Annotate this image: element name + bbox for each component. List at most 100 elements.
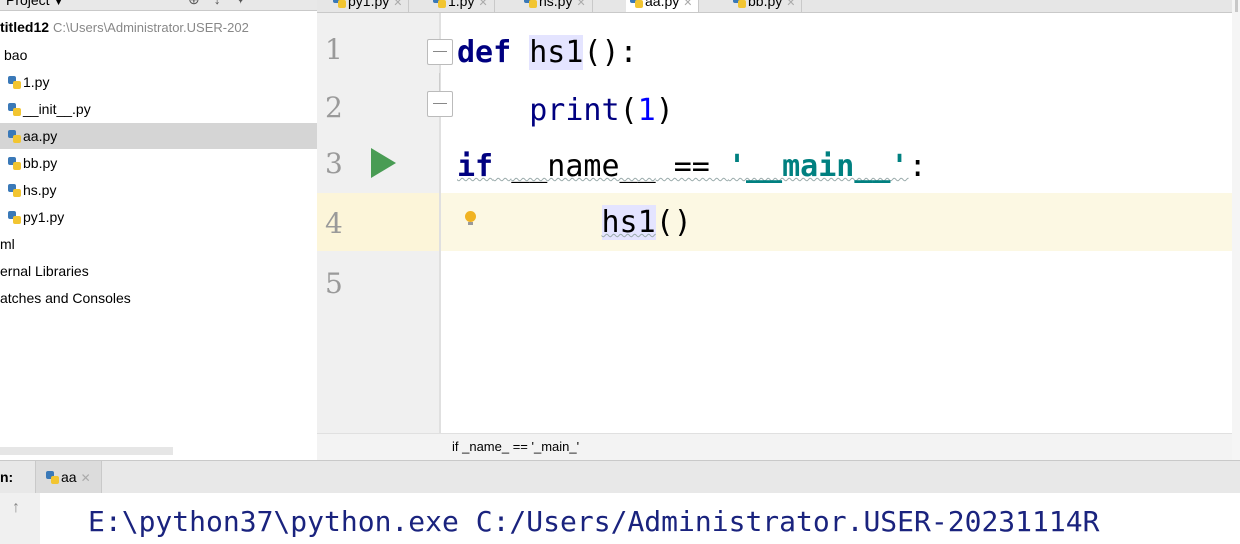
close-icon[interactable]: ✕ xyxy=(81,471,91,485)
breadcrumb-bar: if _name_ == '_main_' xyxy=(317,433,1240,461)
tree-label: __init__.py xyxy=(23,101,91,117)
root-name: titled12 xyxy=(0,19,50,35)
code-line-2: print(1) xyxy=(457,91,674,131)
tree-file[interactable]: ml xyxy=(0,231,317,257)
tree-label: atches and Consoles xyxy=(0,290,131,306)
keyword: def xyxy=(457,35,512,70)
code-line-1: def hs1(): xyxy=(457,33,638,73)
fold-icon[interactable] xyxy=(427,91,453,117)
tab-label: bb.py xyxy=(748,0,783,9)
code-line-3: if __name__ == '__main__': xyxy=(457,147,927,187)
tree-label: 1.py xyxy=(23,74,50,90)
tab-aa[interactable]: aa.py ✕ xyxy=(626,0,700,12)
keyword: if xyxy=(457,149,494,184)
tree-file[interactable]: 1.py xyxy=(8,69,317,95)
python-file-icon xyxy=(8,157,21,170)
console-output[interactable]: E:\python37\python.exe C:/Users/Administ… xyxy=(40,493,1240,544)
project-view-dropdown[interactable]: Project ▼ xyxy=(6,0,63,8)
tree-file[interactable]: bb.py xyxy=(8,150,317,176)
tab-hs[interactable]: hs.py ✕ xyxy=(520,0,593,12)
project-panel: Project▼ ⊕↕✦ titled12C:\Users\Administra… xyxy=(0,0,318,460)
code-punct: (): xyxy=(583,35,638,70)
run-tab-aa[interactable]: aa ✕ xyxy=(35,461,102,493)
python-file-icon xyxy=(333,0,346,8)
tab-1[interactable]: 1.py ✕ xyxy=(429,0,495,12)
tree-file[interactable]: hs.py xyxy=(8,177,317,203)
tree-label: bao xyxy=(4,47,28,63)
tab-py1[interactable]: py1.py ✕ xyxy=(329,0,410,12)
console-line: E:\python37\python.exe C:/Users/Administ… xyxy=(88,505,1100,538)
tab-bb[interactable]: bb.py ✕ xyxy=(729,0,803,12)
tree-file[interactable]: py1.py xyxy=(8,204,317,230)
tree-folder[interactable]: bao xyxy=(4,42,317,68)
collapse-icon[interactable]: ↕ xyxy=(214,0,235,7)
tree-label: py1.py xyxy=(23,209,65,225)
python-file-icon xyxy=(8,76,21,89)
tree-label: hs.py xyxy=(23,182,57,198)
operator: == xyxy=(655,149,728,184)
line-number: 2 xyxy=(325,91,343,124)
gear-icon[interactable]: ✦ xyxy=(235,0,261,7)
run-toolbar: ↑ xyxy=(0,493,41,544)
up-arrow-icon[interactable]: ↑ xyxy=(12,499,20,517)
tree-label: bb.py xyxy=(23,155,58,171)
code-punct: : xyxy=(908,149,927,184)
line-number: 5 xyxy=(325,267,343,300)
dunder-name: __name__ xyxy=(511,149,656,184)
run-icon[interactable] xyxy=(371,148,396,178)
run-label: n: xyxy=(0,469,14,485)
breadcrumb[interactable]: if _name_ == '_main_' xyxy=(452,439,579,454)
project-header: Project▼ ⊕↕✦ xyxy=(0,0,317,11)
function-call: hs1 xyxy=(601,205,656,240)
python-file-icon xyxy=(8,184,21,197)
close-icon[interactable]: ✕ xyxy=(786,0,795,9)
close-icon[interactable]: ✕ xyxy=(576,0,585,9)
add-icon[interactable]: ⊕ xyxy=(188,0,214,7)
code-editor[interactable]: 1 2 3 4 5 def hs1(): print(1) if __name_… xyxy=(317,13,1240,433)
tree-label: ml xyxy=(0,236,15,252)
chevron-down-icon: ▼ xyxy=(53,0,64,8)
close-icon[interactable]: ✕ xyxy=(478,0,487,9)
tree-root[interactable]: titled12 C:\Users\Administrator.USER-202 xyxy=(0,14,317,40)
code-line-4: hs1() xyxy=(457,203,692,243)
string-literal: '__main__' xyxy=(727,149,909,184)
run-tab-label: aa xyxy=(61,469,77,485)
line-number: 1 xyxy=(325,33,343,66)
python-file-icon xyxy=(524,0,537,8)
line-number: 3 xyxy=(325,147,343,180)
code-punct: ( xyxy=(619,93,638,128)
root-path: C:\Users\Administrator.USER-202 xyxy=(53,20,249,35)
tree-file-selected[interactable]: aa.py xyxy=(0,123,317,149)
function-name: hs1 xyxy=(529,35,584,70)
current-line-highlight xyxy=(317,193,1240,251)
tab-label: py1.py xyxy=(348,0,390,9)
python-file-icon xyxy=(733,0,746,8)
editor-tabs: py1.py ✕ 1.py ✕ hs.py ✕ aa.py ✕ bb.py ✕ xyxy=(317,0,1240,13)
builtin: print xyxy=(529,93,620,128)
tab-label: hs.py xyxy=(539,0,573,9)
code-punct: () xyxy=(655,205,692,240)
python-file-icon xyxy=(8,103,21,116)
tab-label: aa.py xyxy=(645,0,680,9)
code-punct: ) xyxy=(655,93,674,128)
tree-file[interactable]: __init__.py xyxy=(8,96,317,122)
number-literal: 1 xyxy=(637,93,656,128)
tree-label: ernal Libraries xyxy=(0,263,89,279)
close-icon[interactable]: ✕ xyxy=(393,0,402,9)
horizontal-scrollbar[interactable] xyxy=(0,447,173,455)
tree-scratches[interactable]: atches and Consoles xyxy=(0,285,317,311)
python-file-icon xyxy=(630,0,643,8)
tab-label: 1.py xyxy=(448,0,475,9)
vertical-scrollbar[interactable] xyxy=(1232,0,1240,460)
line-number: 4 xyxy=(325,207,343,240)
python-file-icon xyxy=(433,0,446,8)
tree-external-libraries[interactable]: ernal Libraries xyxy=(0,258,317,284)
run-panel-header: n: aa ✕ xyxy=(0,460,1240,494)
close-icon[interactable]: ✕ xyxy=(683,0,692,9)
project-toolbar: ⊕↕✦ xyxy=(188,0,260,8)
python-file-icon xyxy=(8,211,21,224)
python-file-icon xyxy=(8,130,21,143)
python-file-icon xyxy=(46,471,59,484)
project-title: Project xyxy=(6,0,50,8)
fold-icon[interactable] xyxy=(427,39,453,65)
